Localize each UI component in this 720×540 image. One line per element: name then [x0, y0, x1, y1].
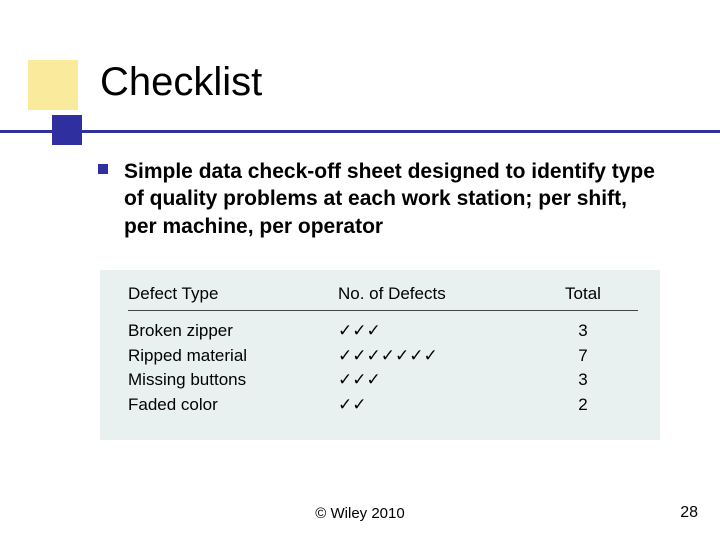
col-header-tally: No. of Defects — [338, 284, 538, 304]
table-header-row: Defect Type No. of Defects Total — [128, 284, 638, 311]
col-header-total: Total — [538, 284, 628, 304]
accent-square-icon — [28, 60, 78, 110]
cell-tally: ✓✓✓✓✓✓✓ — [338, 344, 538, 369]
cell-tally: ✓✓ — [338, 393, 538, 418]
cell-total: 7 — [538, 344, 628, 369]
square-bullet-icon — [98, 164, 108, 174]
table-row: Faded color ✓✓ 2 — [128, 393, 638, 418]
small-square-icon — [52, 115, 82, 145]
cell-total: 3 — [538, 319, 628, 344]
cell-type: Faded color — [128, 393, 338, 418]
table-row: Missing buttons ✓✓✓ 3 — [128, 368, 638, 393]
footer-copyright: © Wiley 2010 — [0, 505, 720, 522]
table-row: Ripped material ✓✓✓✓✓✓✓ 7 — [128, 344, 638, 369]
col-header-type: Defect Type — [128, 284, 338, 304]
slide: Checklist Simple data check-off sheet de… — [0, 0, 720, 540]
title-underline — [0, 130, 720, 133]
page-number: 28 — [680, 504, 698, 522]
cell-tally: ✓✓✓ — [338, 319, 538, 344]
checklist-table: Defect Type No. of Defects Total Broken … — [100, 270, 660, 440]
cell-type: Missing buttons — [128, 368, 338, 393]
cell-total: 3 — [538, 368, 628, 393]
cell-type: Broken zipper — [128, 319, 338, 344]
cell-tally: ✓✓✓ — [338, 368, 538, 393]
cell-total: 2 — [538, 393, 628, 418]
page-title: Checklist — [100, 60, 262, 105]
cell-type: Ripped material — [128, 344, 338, 369]
bullet-item: Simple data check-off sheet designed to … — [98, 158, 658, 240]
table-row: Broken zipper ✓✓✓ 3 — [128, 319, 638, 344]
bullet-text: Simple data check-off sheet designed to … — [124, 158, 658, 240]
